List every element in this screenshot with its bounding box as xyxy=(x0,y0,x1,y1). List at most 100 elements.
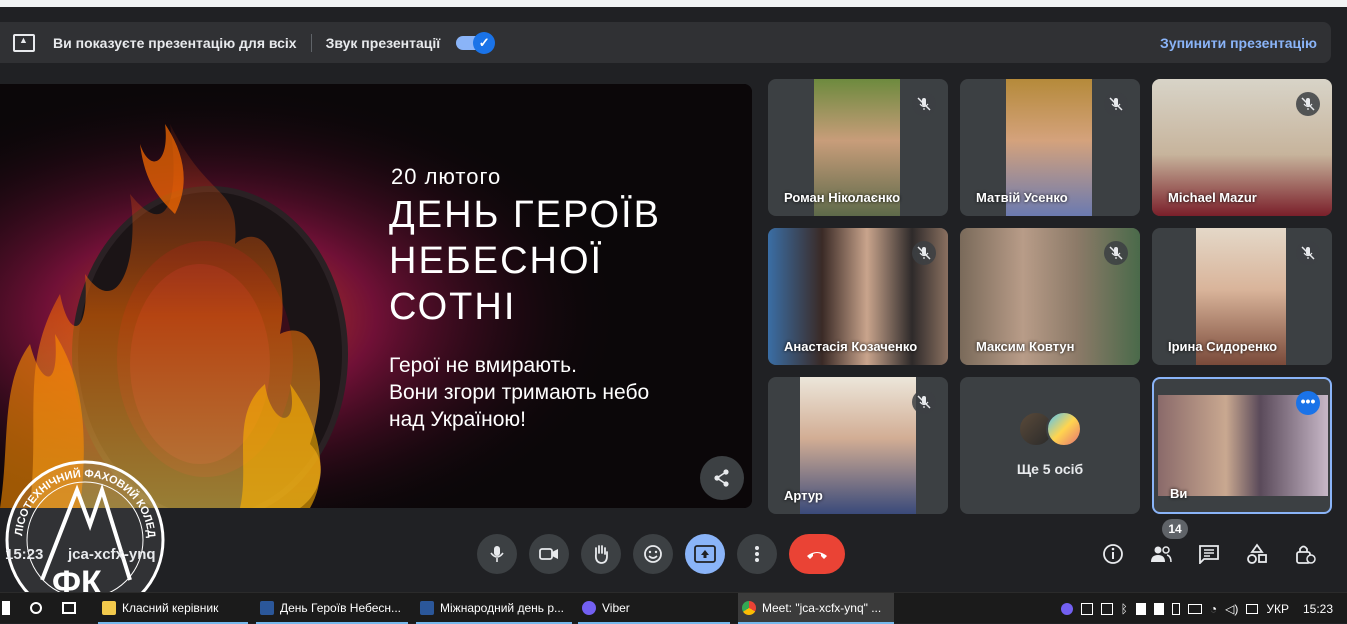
presenting-banner: Ви показуєте презентацію для всіх Звук п… xyxy=(0,22,1331,63)
hangup-icon xyxy=(807,552,827,559)
taskbar-item-label: День Героїв Небесн... xyxy=(280,600,402,615)
emoji-icon xyxy=(644,545,662,563)
divider xyxy=(310,33,312,52)
participant-name: Ірина Сидоренко xyxy=(1168,339,1278,354)
participants-button[interactable] xyxy=(1143,534,1179,574)
present-screen-icon xyxy=(13,33,35,52)
mic-off-icon xyxy=(1104,241,1128,265)
participant-tile[interactable]: Анастасія Козаченко xyxy=(768,228,948,365)
language-indicator[interactable]: УКР xyxy=(1266,602,1289,616)
headline-line: СОТНІ xyxy=(389,286,517,328)
subtitle-line: Герої не вмирають. xyxy=(389,354,577,377)
security-icon[interactable] xyxy=(1153,602,1164,615)
power-icon[interactable] xyxy=(1187,603,1202,614)
present-button[interactable] xyxy=(685,534,725,574)
network-share-icon[interactable] xyxy=(1080,602,1093,615)
more-options-icon[interactable]: ••• xyxy=(1296,391,1320,415)
taskbar-clock[interactable]: 15:23 xyxy=(1303,602,1333,616)
task-view-icon[interactable] xyxy=(62,602,76,614)
participant-tile[interactable]: Ірина Сидоренко xyxy=(1152,228,1332,365)
slide-date: 20 лютого xyxy=(391,164,502,189)
viber-icon xyxy=(582,600,596,615)
taskbar-item[interactable]: День Героїв Небесн... xyxy=(256,593,408,624)
participant-tile[interactable]: Максим Ковтун xyxy=(960,228,1140,365)
wifi-icon[interactable]: ◔ xyxy=(1210,602,1217,616)
meeting-details-button[interactable] xyxy=(1095,534,1131,574)
participant-tile[interactable]: Матвій Усенко xyxy=(960,79,1140,216)
battery-icon[interactable] xyxy=(1171,602,1180,615)
mic-off-icon xyxy=(912,92,936,116)
chrome-icon xyxy=(742,600,756,615)
participant-name: Анастасія Козаченко xyxy=(784,339,918,354)
stop-presenting-button[interactable]: Зупинити презентацію xyxy=(1160,35,1317,51)
more-options-button[interactable] xyxy=(737,534,777,574)
shield-icon[interactable] xyxy=(1135,602,1146,615)
participant-tile[interactable]: Michael Mazur xyxy=(1152,79,1332,216)
notification-icon[interactable] xyxy=(1246,603,1259,614)
share-button[interactable] xyxy=(700,456,744,500)
participant-avatars xyxy=(1018,411,1088,447)
taskbar-item-label: Класний керівник xyxy=(122,600,219,615)
word-icon xyxy=(260,600,274,615)
slide-subtitle: Герої не вмирають. Вони згори тримають н… xyxy=(389,352,749,433)
taskbar-item-active[interactable]: Meet: "jca-xcfx-ynq" ... xyxy=(738,593,894,624)
camera-button[interactable] xyxy=(529,534,569,574)
mic-off-icon xyxy=(1296,241,1320,265)
meeting-code: jca-xcfx-ynq xyxy=(68,546,156,563)
present-screen-icon xyxy=(694,545,716,563)
slide-headline: ДЕНЬ ГЕРОЇВ НЕБЕСНОЇ СОТНІ xyxy=(389,192,739,330)
share-icon xyxy=(714,469,729,487)
raise-hand-button[interactable] xyxy=(581,534,621,574)
participant-name: Матвій Усенко xyxy=(976,190,1068,205)
taskbar-item[interactable]: Класний керівник xyxy=(98,593,248,624)
viber-tray-icon[interactable] xyxy=(1060,602,1073,615)
taskbar-item[interactable]: Viber xyxy=(578,593,730,624)
volume-icon[interactable]: ◁) xyxy=(1225,602,1238,616)
headline-line: НЕБЕСНОЇ xyxy=(389,240,604,282)
participant-tile[interactable]: Артур xyxy=(768,377,948,514)
leave-call-button[interactable] xyxy=(789,534,845,574)
participant-name: Артур xyxy=(784,488,823,503)
more-vert-icon xyxy=(755,546,759,562)
folder-icon xyxy=(102,600,116,615)
self-tile[interactable]: ••• Ви xyxy=(1152,377,1332,514)
participant-name: Michael Mazur xyxy=(1168,190,1257,205)
avatar xyxy=(1046,411,1082,447)
participant-tile[interactable]: Роман Ніколаєнко xyxy=(768,79,948,216)
camera-icon xyxy=(539,548,558,560)
activities-button[interactable] xyxy=(1239,534,1275,574)
usb-icon[interactable] xyxy=(1100,602,1113,615)
subtitle-line: над Україною! xyxy=(389,408,527,431)
participant-name: Роман Ніколаєнко xyxy=(784,190,901,205)
presentation-sound-toggle[interactable]: ✓ xyxy=(456,31,496,54)
start-icon[interactable] xyxy=(2,601,10,615)
mic-off-icon xyxy=(912,390,936,414)
mic-off-icon xyxy=(1104,92,1128,116)
lock-person-icon xyxy=(1296,545,1316,564)
participant-name: Максим Ковтун xyxy=(976,339,1075,354)
windows-taskbar: Класний керівник День Героїв Небесн... М… xyxy=(0,592,1347,624)
presentation-slide: 20 лютого ДЕНЬ ГЕРОЇВ НЕБЕСНОЇ СОТНІ Гер… xyxy=(0,84,752,508)
presentation-sound-label: Звук презентації xyxy=(325,34,441,51)
bluetooth-icon[interactable]: ᛒ xyxy=(1121,602,1128,616)
chat-button[interactable] xyxy=(1191,534,1227,574)
mic-off-icon xyxy=(912,241,936,265)
taskbar-item-label: Viber xyxy=(602,600,630,615)
taskbar-item-label: Міжнародний день р... xyxy=(440,600,565,615)
check-icon: ✓ xyxy=(473,31,496,54)
subtitle-line: Вони згори тримають небо xyxy=(389,381,650,404)
search-icon[interactable] xyxy=(30,602,42,614)
microphone-icon xyxy=(490,546,504,562)
host-controls-button[interactable] xyxy=(1287,534,1323,574)
reactions-button[interactable] xyxy=(633,534,673,574)
system-tray: ᛒ ◔ ◁) УКР 15:23 xyxy=(1057,593,1347,624)
info-icon xyxy=(1103,544,1123,564)
headline-line: ДЕНЬ ГЕРОЇВ xyxy=(389,194,661,236)
meeting-controls: 15:23 jca-xcfx-ynq xyxy=(0,534,1347,574)
taskbar-item[interactable]: Міжнародний день р... xyxy=(416,593,572,624)
taskbar-item-label: Meet: "jca-xcfx-ynq" ... xyxy=(762,600,882,615)
activities-icon xyxy=(1247,543,1267,564)
more-participants-tile[interactable]: Ще 5 осіб xyxy=(960,377,1140,514)
microphone-button[interactable] xyxy=(477,534,517,574)
word-icon xyxy=(420,600,434,615)
